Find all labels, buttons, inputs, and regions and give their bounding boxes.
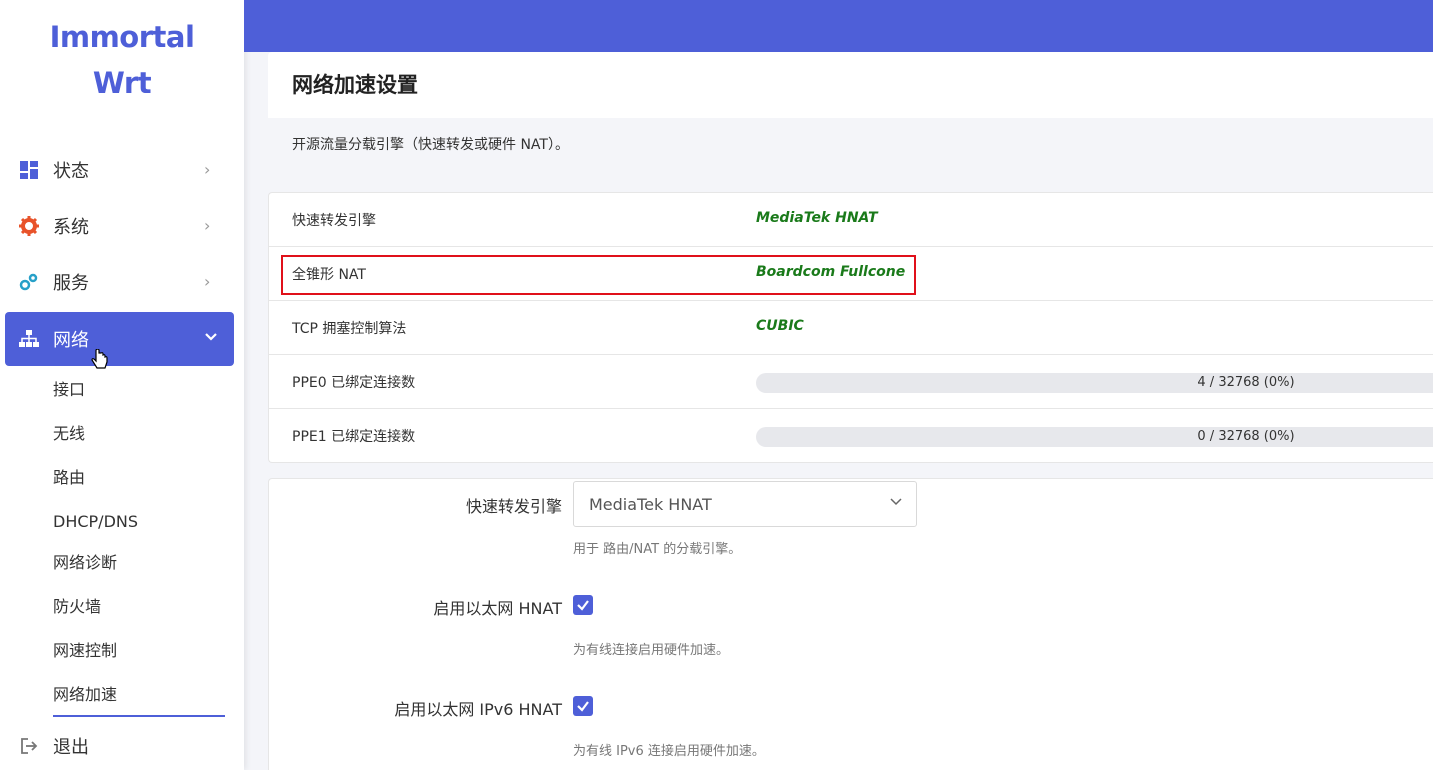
status-row-engine: 快速转发引擎 MediaTek HNAT (269, 193, 1433, 247)
eth-hnat-checkbox[interactable] (573, 595, 593, 615)
sidebar-subitem-dhcp-dns[interactable]: DHCP/DNS (53, 510, 138, 534)
chevron-down-icon (890, 495, 902, 511)
status-label: PPE1 已绑定连接数 (292, 429, 416, 445)
highlight-box (281, 255, 916, 295)
sidebar-subitem-wireless[interactable]: 无线 (53, 422, 85, 446)
page-description: 开源流量分载引擎（快速转发或硬件 NAT）。 (292, 137, 569, 153)
gear-icon (19, 216, 39, 236)
ppe0-progress-bar: 4 / 32768 (0%) (756, 373, 1433, 393)
check-icon (577, 701, 589, 712)
sidebar-item-services[interactable]: 服务 › (5, 255, 234, 309)
page-title: 网络加速设置 (292, 73, 418, 97)
status-row-tcp-cc: TCP 拥塞控制算法 CUBIC (269, 301, 1433, 355)
sidebar-item-label: 服务 (53, 273, 89, 294)
ppe1-progress-bar: 0 / 32768 (0%) (756, 427, 1433, 447)
sidebar-item-label: 系统 (53, 217, 89, 238)
chevron-right-icon: › (204, 160, 211, 179)
sidebar-subitem-diagnostics[interactable]: 网络诊断 (53, 551, 117, 575)
engine-select-value: MediaTek HNAT (589, 495, 712, 514)
sidebar-subitem-routes[interactable]: 路由 (53, 466, 85, 490)
status-table: 快速转发引擎 MediaTek HNAT 全锥形 NAT Boardcom Fu… (268, 192, 1433, 463)
engine-field-label: 快速转发引擎 (465, 497, 562, 516)
sidebar: Immortal Wrt 状态 › 系统 › 服务 › 网络 接口 无线 路由 … (0, 0, 244, 770)
logo-line2: Wrt (92, 66, 152, 100)
status-value: CUBIC (756, 318, 804, 334)
sidebar-item-label: 网络 (53, 330, 89, 351)
engine-help-text: 用于 路由/NAT 的分载引擎。 (573, 542, 742, 557)
status-value: MediaTek HNAT (756, 210, 878, 226)
logo-line1: Immortal (49, 20, 195, 54)
page-header: 网络加速设置 (268, 52, 1433, 118)
sidebar-item-status[interactable]: 状态 › (5, 143, 234, 197)
eth-ipv6-hnat-help-text: 为有线 IPv6 连接启用硬件加速。 (573, 744, 765, 759)
eth-ipv6-hnat-checkbox[interactable] (573, 696, 593, 716)
eth-ipv6-hnat-label: 启用以太网 IPv6 HNAT (394, 700, 562, 719)
sidebar-item-label: 状态 (53, 161, 89, 182)
eth-hnat-label: 启用以太网 HNAT (433, 599, 562, 618)
status-label: PPE0 已绑定连接数 (292, 375, 416, 391)
sidebar-item-network[interactable]: 网络 (5, 312, 234, 366)
sidebar-subitem-firewall[interactable]: 防火墙 (53, 595, 101, 619)
eth-hnat-help-text: 为有线连接启用硬件加速。 (573, 643, 730, 658)
progress-text: 4 / 32768 (0%) (1197, 375, 1295, 390)
chevron-right-icon: › (204, 216, 211, 235)
engine-select[interactable]: MediaTek HNAT (573, 481, 917, 527)
top-bar (244, 0, 1433, 52)
dashboard-icon (19, 160, 39, 180)
sidebar-subitem-speed-control[interactable]: 网速控制 (53, 639, 117, 663)
chevron-down-icon (204, 329, 220, 349)
cogs-icon (19, 272, 39, 292)
status-label: TCP 拥塞控制算法 (292, 321, 407, 337)
status-label: 快速转发引擎 (292, 213, 376, 229)
check-icon (577, 600, 589, 611)
sidebar-item-label: 退出 (53, 737, 89, 758)
sidebar-subitem-interfaces[interactable]: 接口 (53, 378, 85, 402)
status-row-ppe0: PPE0 已绑定连接数 4 / 32768 (0%) (269, 355, 1433, 409)
sidebar-item-logout[interactable]: 退出 (5, 719, 234, 770)
hand-cursor-icon (90, 348, 110, 375)
logout-icon (19, 736, 39, 756)
active-subitem-underline (53, 715, 225, 717)
sidebar-subitem-network-acceleration[interactable]: 网络加速 (53, 683, 117, 707)
chevron-right-icon: › (204, 272, 211, 291)
network-icon (19, 329, 39, 349)
sidebar-item-system[interactable]: 系统 › (5, 199, 234, 253)
logo[interactable]: Immortal Wrt (0, 14, 244, 106)
progress-text: 0 / 32768 (0%) (1197, 429, 1295, 444)
status-row-ppe1: PPE1 已绑定连接数 0 / 32768 (0%) (269, 409, 1433, 463)
